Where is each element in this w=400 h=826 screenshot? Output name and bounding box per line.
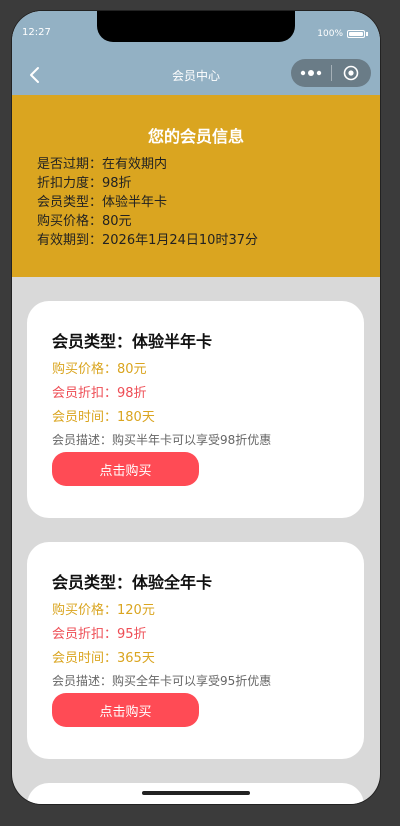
card-title: 会员类型：体验全年卡 (52, 573, 213, 592)
member-info-title: 您的会员信息 (147, 127, 244, 146)
info-member-type: 会员类型：体验半年卡 (37, 195, 168, 210)
info-discount: 折扣力度：98折 (37, 176, 132, 191)
card-title: 会员类型：体验半年卡 (52, 332, 213, 351)
home-indicator (142, 791, 250, 795)
membership-card-half-year: 会员类型：体验半年卡 购买价格：80元 会员折扣：98折 会员时间：180天 会… (27, 301, 364, 518)
camera-notch (97, 11, 295, 42)
card-description: 会员描述：购买半年卡可以享受98折优惠 (52, 433, 272, 447)
info-price: 购买价格：80元 (37, 214, 132, 229)
card-discount: 会员折扣：98折 (52, 386, 147, 401)
status-right: 100% (317, 29, 368, 39)
phone-screen: 12:27 100% 会员中心 您的会员信息 是否过期：在有效期内 折扣力度：9… (12, 11, 380, 804)
buy-button[interactable]: 点击购买 (52, 693, 199, 727)
battery-icon (347, 30, 365, 38)
member-info-lines: 是否过期：在有效期内 折扣力度：98折 会员类型：体验半年卡 购买价格：80元 … (37, 155, 258, 250)
battery-cap (366, 32, 368, 36)
more-dots-icon (300, 70, 321, 76)
status-time: 12:27 (22, 27, 51, 38)
nav-bar: 会员中心 (12, 55, 380, 95)
target-circle-icon (343, 65, 359, 81)
mini-program-capsule (291, 59, 371, 87)
status-bar: 12:27 100% (12, 11, 380, 55)
info-valid-until: 有效期到：2026年1月24日10时37分 (37, 233, 258, 248)
card-discount: 会员折扣：95折 (52, 627, 147, 642)
card-duration: 会员时间：365天 (52, 651, 155, 666)
battery-percent: 100% (317, 29, 343, 39)
buy-button[interactable]: 点击购买 (52, 452, 199, 486)
close-button[interactable] (332, 59, 372, 87)
card-price: 购买价格：80元 (52, 362, 147, 377)
membership-card-full-year: 会员类型：体验全年卡 购买价格：120元 会员折扣：95折 会员时间：365天 … (27, 542, 364, 759)
card-description: 会员描述：购买全年卡可以享受95折优惠 (52, 674, 272, 688)
card-duration: 会员时间：180天 (52, 410, 155, 425)
more-button[interactable] (291, 59, 331, 87)
card-price: 购买价格：120元 (52, 603, 155, 618)
member-info-panel: 您的会员信息 是否过期：在有效期内 折扣力度：98折 会员类型：体验半年卡 购买… (12, 95, 380, 277)
info-expired-status: 是否过期：在有效期内 (37, 157, 168, 172)
